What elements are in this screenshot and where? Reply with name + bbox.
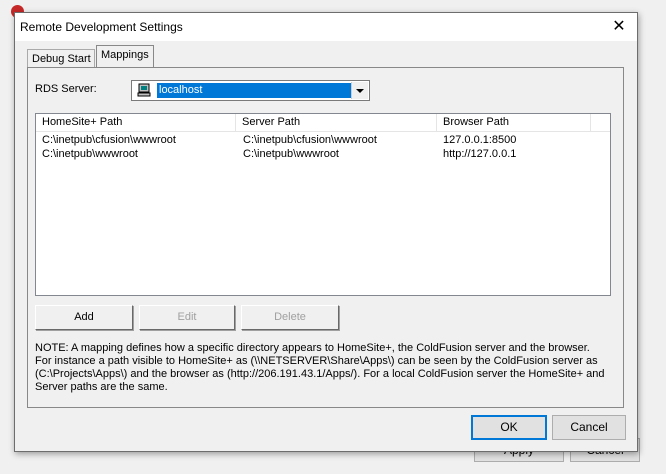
browser-path-cell: 127.0.0.1:8500 [443, 134, 517, 146]
server-path-cell: C:\inetpub\cfusion\wwwroot [243, 134, 377, 146]
cancel-button[interactable]: Cancel [552, 415, 626, 440]
tab-mappings[interactable]: Mappings [96, 45, 154, 67]
edit-button[interactable]: Edit [139, 305, 235, 330]
column-header-homesite-path[interactable]: HomeSite+ Path [36, 114, 236, 131]
rds-server-label: RDS Server: [35, 83, 97, 95]
tab-debug-start[interactable]: Debug Start [27, 49, 95, 67]
delete-button[interactable]: Delete [241, 305, 339, 330]
browser-path-cell: http://127.0.0.1 [443, 148, 517, 160]
dialog-title: Remote Development Settings [20, 20, 183, 34]
chevron-down-icon[interactable] [351, 82, 368, 99]
list-item[interactable]: C:\inetpub\cfusion\wwwroot C:\inetpub\cf… [36, 133, 610, 147]
column-header-server-path[interactable]: Server Path [236, 114, 437, 131]
rds-server-selected-value: localhost [157, 83, 352, 98]
title-bar: Remote Development Settings ✕ [15, 13, 637, 41]
ok-button[interactable]: OK [471, 415, 547, 440]
close-icon[interactable]: ✕ [609, 17, 629, 37]
server-path-cell: C:\inetpub\wwwroot [243, 148, 339, 160]
list-item[interactable]: C:\inetpub\wwwroot C:\inetpub\wwwroot ht… [36, 147, 610, 161]
computer-icon [137, 83, 151, 97]
list-header: HomeSite+ Path Server Path Browser Path [36, 114, 610, 132]
homesite-path-cell: C:\inetpub\cfusion\wwwroot [42, 134, 176, 146]
homesite-path-cell: C:\inetpub\wwwroot [42, 148, 138, 160]
mapping-note: NOTE: A mapping defines how a specific d… [35, 342, 605, 393]
add-button[interactable]: Add [35, 305, 133, 330]
mappings-list[interactable]: HomeSite+ Path Server Path Browser Path … [35, 113, 611, 296]
column-header-browser-path[interactable]: Browser Path [437, 114, 591, 131]
rds-server-select[interactable]: localhost [131, 80, 370, 101]
